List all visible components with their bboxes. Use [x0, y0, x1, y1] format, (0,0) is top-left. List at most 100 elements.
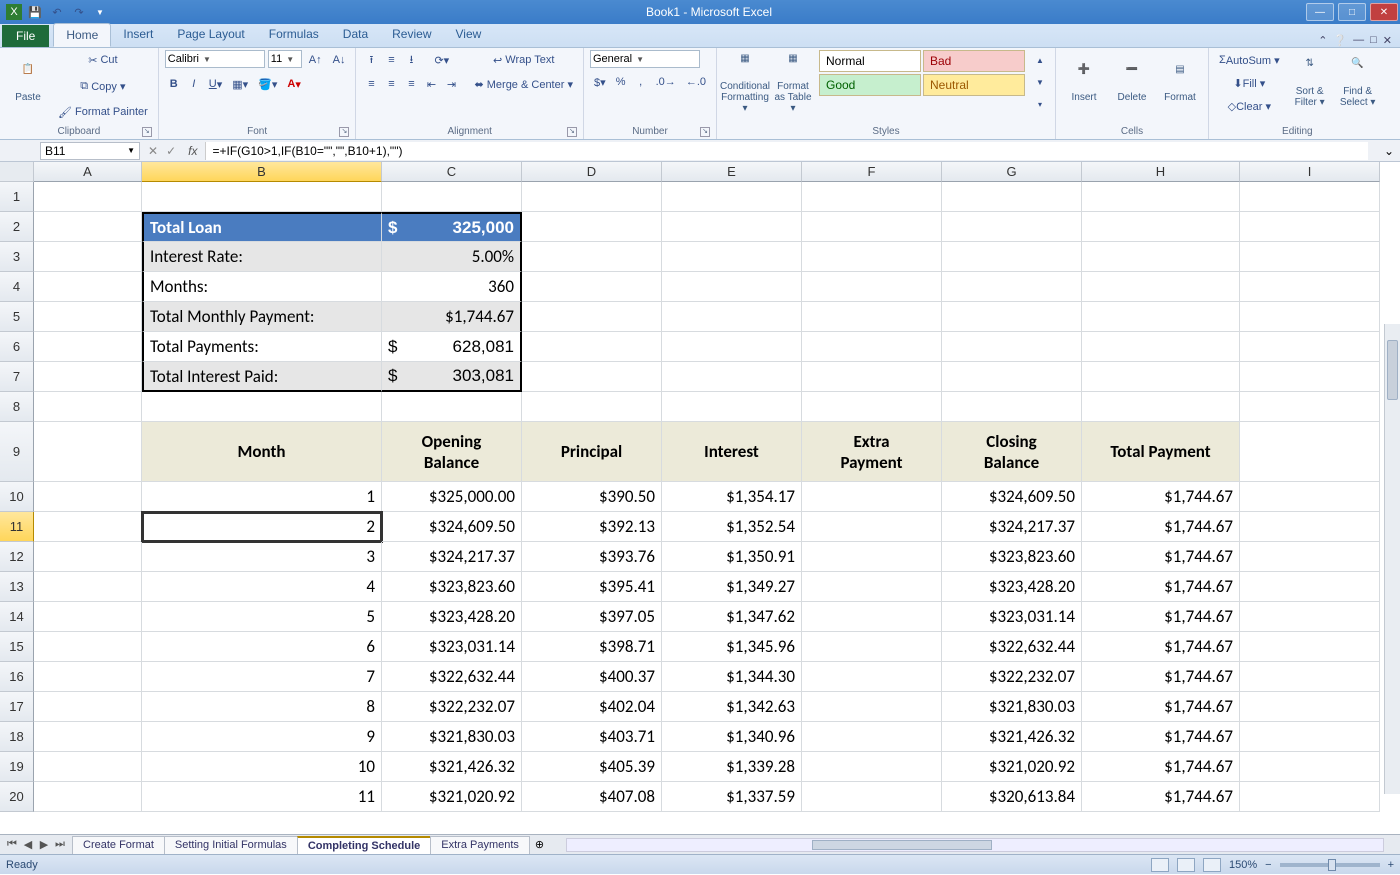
row-header-7[interactable]: 7 — [0, 362, 34, 392]
cell-A12[interactable] — [34, 542, 142, 572]
insert-cells-button[interactable]: ➕Insert — [1062, 50, 1106, 116]
cell-A20[interactable] — [34, 782, 142, 812]
cell-A3[interactable] — [34, 242, 142, 272]
border-button[interactable]: ▦▾ — [228, 74, 252, 94]
cell-A11[interactable] — [34, 512, 142, 542]
cell-I3[interactable] — [1240, 242, 1380, 272]
cell-D15[interactable]: $398.71 — [522, 632, 662, 662]
sheet-prev-icon[interactable]: ◀ — [20, 838, 36, 851]
cell-F5[interactable] — [802, 302, 942, 332]
font-dialog-icon[interactable]: ↘ — [339, 127, 349, 137]
cell-C13[interactable]: $323,823.60 — [382, 572, 522, 602]
cell-D1[interactable] — [522, 182, 662, 212]
cell-B14[interactable]: 5 — [142, 602, 382, 632]
font-color-button[interactable]: A▾ — [283, 74, 304, 94]
sheet-tab-completing-schedule[interactable]: Completing Schedule — [297, 836, 431, 854]
row-header-15[interactable]: 15 — [0, 632, 34, 662]
delete-cells-button[interactable]: ➖Delete — [1110, 50, 1154, 116]
row-header-14[interactable]: 14 — [0, 602, 34, 632]
col-header-F[interactable]: F — [802, 162, 942, 182]
cell-C5[interactable]: $1,744.67 — [382, 302, 522, 332]
row-header-18[interactable]: 18 — [0, 722, 34, 752]
fx-icon[interactable]: fx — [180, 144, 205, 158]
redo-icon[interactable]: ↷ — [70, 4, 88, 20]
cell-A16[interactable] — [34, 662, 142, 692]
cell-B10[interactable]: 1 — [142, 482, 382, 512]
cell-F19[interactable] — [802, 752, 942, 782]
cell-E7[interactable] — [662, 362, 802, 392]
help-icon[interactable]: ❔ — [1333, 34, 1347, 47]
cell-C7[interactable]: $303,081 — [382, 362, 522, 392]
cell-E19[interactable]: $1,339.28 — [662, 752, 802, 782]
cell-E14[interactable]: $1,347.62 — [662, 602, 802, 632]
align-left-icon[interactable]: ≡ — [362, 74, 380, 94]
close-button[interactable]: ✕ — [1370, 3, 1398, 21]
italic-button[interactable]: I — [185, 74, 203, 94]
find-select-button[interactable]: 🔍Find & Select ▾ — [1336, 50, 1380, 116]
align-right-icon[interactable]: ≡ — [402, 74, 420, 94]
cell-B20[interactable]: 11 — [142, 782, 382, 812]
increase-font-icon[interactable]: A↑ — [305, 50, 326, 70]
sheet-tab-extra-payments[interactable]: Extra Payments — [430, 836, 530, 854]
cell-I10[interactable] — [1240, 482, 1380, 512]
select-all-corner[interactable] — [0, 162, 34, 182]
row-header-12[interactable]: 12 — [0, 542, 34, 572]
cell-B1[interactable] — [142, 182, 382, 212]
cell-C2[interactable]: $325,000 — [382, 212, 522, 242]
cell-E1[interactable] — [662, 182, 802, 212]
cell-I16[interactable] — [1240, 662, 1380, 692]
cell-H12[interactable]: $1,744.67 — [1082, 542, 1240, 572]
cell-H13[interactable]: $1,744.67 — [1082, 572, 1240, 602]
page-layout-view-icon[interactable] — [1177, 858, 1195, 872]
cut-button[interactable]: ✂ Cut — [54, 50, 152, 70]
cell-A13[interactable] — [34, 572, 142, 602]
cell-D3[interactable] — [522, 242, 662, 272]
styles-scroll-up-icon[interactable]: ▲ — [1031, 50, 1049, 70]
cell-G4[interactable] — [942, 272, 1082, 302]
col-header-I[interactable]: I — [1240, 162, 1380, 182]
cell-B2[interactable]: Total Loan — [142, 212, 382, 242]
cell-C19[interactable]: $321,426.32 — [382, 752, 522, 782]
cell-G5[interactable] — [942, 302, 1082, 332]
scroll-thumb[interactable] — [1387, 340, 1398, 400]
percent-format-icon[interactable]: % — [612, 72, 630, 92]
ribbon-minimize-icon[interactable]: ⌃ — [1318, 34, 1327, 47]
cell-A10[interactable] — [34, 482, 142, 512]
cell-E8[interactable] — [662, 392, 802, 422]
cell-B16[interactable]: 7 — [142, 662, 382, 692]
cancel-formula-icon[interactable]: ✕ — [144, 144, 162, 158]
conditional-formatting-button[interactable]: ▦Conditional Formatting ▾ — [723, 50, 767, 116]
cell-D17[interactable]: $402.04 — [522, 692, 662, 722]
cell-C4[interactable]: 360 — [382, 272, 522, 302]
cell-B7[interactable]: Total Interest Paid: — [142, 362, 382, 392]
cell-F7[interactable] — [802, 362, 942, 392]
style-bad[interactable]: Bad — [923, 50, 1025, 72]
sheet-next-icon[interactable]: ▶ — [36, 838, 52, 851]
cell-G14[interactable]: $323,031.14 — [942, 602, 1082, 632]
tab-page-layout[interactable]: Page Layout — [165, 23, 256, 47]
cell-B17[interactable]: 8 — [142, 692, 382, 722]
cell-E3[interactable] — [662, 242, 802, 272]
cell-I11[interactable] — [1240, 512, 1380, 542]
sheet-tab-create-format[interactable]: Create Format — [72, 836, 165, 854]
cell-H16[interactable]: $1,744.67 — [1082, 662, 1240, 692]
align-top-icon[interactable]: ⭱ — [362, 50, 380, 70]
cell-B8[interactable] — [142, 392, 382, 422]
cell-B18[interactable]: 9 — [142, 722, 382, 752]
cell-I15[interactable] — [1240, 632, 1380, 662]
normal-view-icon[interactable] — [1151, 858, 1169, 872]
styles-scroll-down-icon[interactable]: ▼ — [1031, 72, 1049, 92]
cell-G3[interactable] — [942, 242, 1082, 272]
col-header-G[interactable]: G — [942, 162, 1082, 182]
align-middle-icon[interactable]: ≡ — [382, 50, 400, 70]
sort-filter-button[interactable]: ⇅Sort & Filter ▾ — [1288, 50, 1332, 116]
row-header-17[interactable]: 17 — [0, 692, 34, 722]
font-size-dropdown[interactable]: 11▼ — [268, 50, 302, 68]
name-box[interactable]: B11▼ — [40, 142, 140, 160]
row-header-9[interactable]: 9 — [0, 422, 34, 482]
row-header-5[interactable]: 5 — [0, 302, 34, 332]
cell-B5[interactable]: Total Monthly Payment: — [142, 302, 382, 332]
cell-D7[interactable] — [522, 362, 662, 392]
autosum-button[interactable]: Σ AutoSum ▾ — [1215, 50, 1284, 70]
cell-G12[interactable]: $323,823.60 — [942, 542, 1082, 572]
